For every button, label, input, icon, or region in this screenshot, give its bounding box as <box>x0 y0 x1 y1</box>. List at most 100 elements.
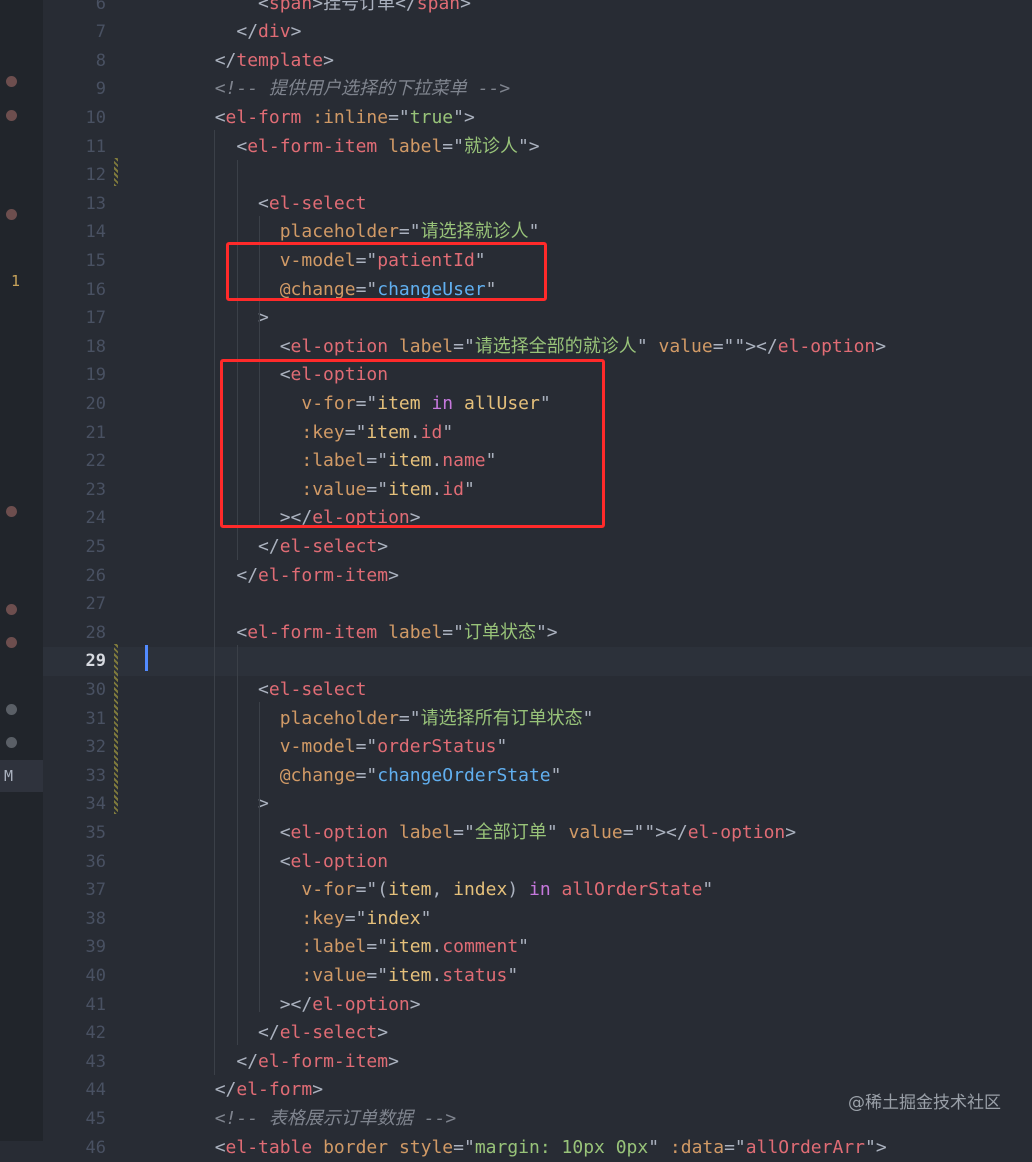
code-text[interactable]: :key="index" <box>193 905 431 934</box>
breakpoint-marker[interactable] <box>6 704 17 715</box>
line-number[interactable]: 20 <box>43 390 106 419</box>
code-text[interactable]: v-for="(item, index) in allOrderState" <box>193 876 713 905</box>
code-line[interactable]: 43 </el-form-item> <box>43 1048 1032 1077</box>
line-number[interactable]: 43 <box>43 1048 106 1077</box>
line-number[interactable]: 28 <box>43 619 106 648</box>
code-line[interactable]: 35 <el-option label="全部订单" value=""></el… <box>43 819 1032 848</box>
code-line[interactable]: 9 <!-- 提供用户选择的下拉菜单 --> <box>43 75 1032 104</box>
code-text[interactable]: v-model="orderStatus" <box>193 733 507 762</box>
code-line[interactable]: 42 </el-select> <box>43 1019 1032 1048</box>
code-text[interactable]: <!-- 提供用户选择的下拉菜单 --> <box>193 75 510 104</box>
line-number[interactable]: 46 <box>43 1134 106 1162</box>
code-text[interactable]: :label="item.comment" <box>193 933 529 962</box>
line-number[interactable]: 36 <box>43 848 106 877</box>
line-number[interactable]: 33 <box>43 762 106 791</box>
line-number[interactable]: 12 <box>43 161 106 190</box>
code-line[interactable]: 37 v-for="(item, index) in allOrderState… <box>43 876 1032 905</box>
code-text[interactable]: </el-select> <box>193 1019 388 1048</box>
code-text[interactable]: <el-form-item label="订单状态"> <box>193 619 558 648</box>
line-number[interactable]: 14 <box>43 218 106 247</box>
line-number[interactable]: 7 <box>43 18 106 47</box>
breakpoint-marker[interactable] <box>6 506 17 517</box>
line-number[interactable]: 25 <box>43 533 106 562</box>
code-line[interactable]: 18 <el-option label="请选择全部的就诊人" value=""… <box>43 333 1032 362</box>
code-text[interactable]: :value="item.status" <box>193 962 518 991</box>
code-text[interactable]: > <box>193 304 269 333</box>
code-line[interactable]: 31 placeholder="请选择所有订单状态" <box>43 705 1032 734</box>
code-line[interactable]: 38 :key="index" <box>43 905 1032 934</box>
line-number[interactable]: 23 <box>43 476 106 505</box>
line-number[interactable]: 26 <box>43 562 106 591</box>
line-number[interactable]: 22 <box>43 447 106 476</box>
line-number[interactable]: 21 <box>43 419 106 448</box>
line-number[interactable]: 41 <box>43 991 106 1020</box>
line-number[interactable]: 42 <box>43 1019 106 1048</box>
line-number[interactable]: 35 <box>43 819 106 848</box>
code-text[interactable]: </template> <box>193 47 334 76</box>
line-number[interactable]: 19 <box>43 361 106 390</box>
line-number[interactable]: 40 <box>43 962 106 991</box>
line-number[interactable]: 44 <box>43 1076 106 1105</box>
code-line[interactable]: 17 > <box>43 304 1032 333</box>
code-text[interactable]: ></el-option> <box>193 991 421 1020</box>
code-line[interactable]: 7 </div> <box>43 18 1032 47</box>
code-line[interactable]: 27 <box>43 590 1032 619</box>
git-modified-indicator[interactable]: M <box>0 760 43 792</box>
line-number[interactable]: 11 <box>43 133 106 162</box>
code-text[interactable]: <el-option <box>193 848 388 877</box>
code-text[interactable]: <span>挂号订单</span> <box>193 0 471 18</box>
code-line[interactable]: 13 <el-select <box>43 190 1032 219</box>
line-number[interactable]: 15 <box>43 247 106 276</box>
code-text[interactable]: <el-select <box>193 190 366 219</box>
code-line[interactable]: 36 <el-option <box>43 848 1032 877</box>
code-line[interactable]: 6 <span>挂号订单</span> <box>43 0 1032 18</box>
code-line[interactable]: 29 <box>43 647 1032 676</box>
code-text[interactable]: </el-form> <box>193 1076 323 1105</box>
line-number[interactable]: 39 <box>43 933 106 962</box>
code-text[interactable]: </div> <box>193 18 301 47</box>
code-line[interactable]: 11 <el-form-item label="就诊人"> <box>43 133 1032 162</box>
line-number[interactable]: 38 <box>43 905 106 934</box>
line-number[interactable]: 16 <box>43 276 106 305</box>
code-line[interactable]: 40 :value="item.status" <box>43 962 1032 991</box>
code-text[interactable]: <!-- 表格展示订单数据 --> <box>193 1105 456 1134</box>
code-text[interactable]: </el-form-item> <box>193 1048 399 1077</box>
code-line[interactable]: 28 <el-form-item label="订单状态"> <box>43 619 1032 648</box>
line-number[interactable]: 30 <box>43 676 106 705</box>
line-number[interactable]: 34 <box>43 790 106 819</box>
code-line[interactable]: 41 ></el-option> <box>43 991 1032 1020</box>
line-number[interactable]: 13 <box>43 190 106 219</box>
code-text[interactable]: <el-form :inline="true"> <box>193 104 475 133</box>
line-number[interactable]: 29 <box>43 647 106 676</box>
code-line[interactable]: 25 </el-select> <box>43 533 1032 562</box>
code-line[interactable]: 30 <el-select <box>43 676 1032 705</box>
code-text[interactable]: <el-option label="请选择全部的就诊人" value=""></… <box>193 333 886 362</box>
line-number[interactable]: 18 <box>43 333 106 362</box>
code-text[interactable]: > <box>193 790 269 819</box>
breakpoint-marker[interactable] <box>6 110 17 121</box>
breakpoint-marker[interactable] <box>6 737 17 748</box>
code-line[interactable]: 34 > <box>43 790 1032 819</box>
line-number[interactable]: 37 <box>43 876 106 905</box>
code-editor[interactable]: 6 <span>挂号订单</span>7 </div>8 </template>… <box>43 0 1032 1141</box>
code-text[interactable]: placeholder="请选择所有订单状态" <box>193 705 593 734</box>
line-number[interactable]: 8 <box>43 47 106 76</box>
code-line[interactable]: 32 v-model="orderStatus" <box>43 733 1032 762</box>
code-text[interactable]: </el-form-item> <box>193 562 399 591</box>
code-line[interactable]: 12 <box>43 161 1032 190</box>
code-line[interactable]: 33 @change="changeOrderState" <box>43 762 1032 791</box>
line-number[interactable]: 31 <box>43 705 106 734</box>
line-number[interactable]: 6 <box>43 0 106 18</box>
line-number[interactable]: 27 <box>43 590 106 619</box>
code-line[interactable]: 26 </el-form-item> <box>43 562 1032 591</box>
code-text[interactable]: <el-select <box>193 676 366 705</box>
code-line[interactable]: 10 <el-form :inline="true"> <box>43 104 1032 133</box>
line-number[interactable]: 45 <box>43 1105 106 1134</box>
code-line[interactable]: 8 </template> <box>43 47 1032 76</box>
code-text[interactable]: <el-table border style="margin: 10px 0px… <box>193 1134 887 1162</box>
code-line[interactable]: 39 :label="item.comment" <box>43 933 1032 962</box>
code-text[interactable]: <el-form-item label="就诊人"> <box>193 133 540 162</box>
line-number[interactable]: 17 <box>43 304 106 333</box>
breakpoint-marker[interactable] <box>6 76 17 87</box>
code-text[interactable]: </el-select> <box>193 533 388 562</box>
